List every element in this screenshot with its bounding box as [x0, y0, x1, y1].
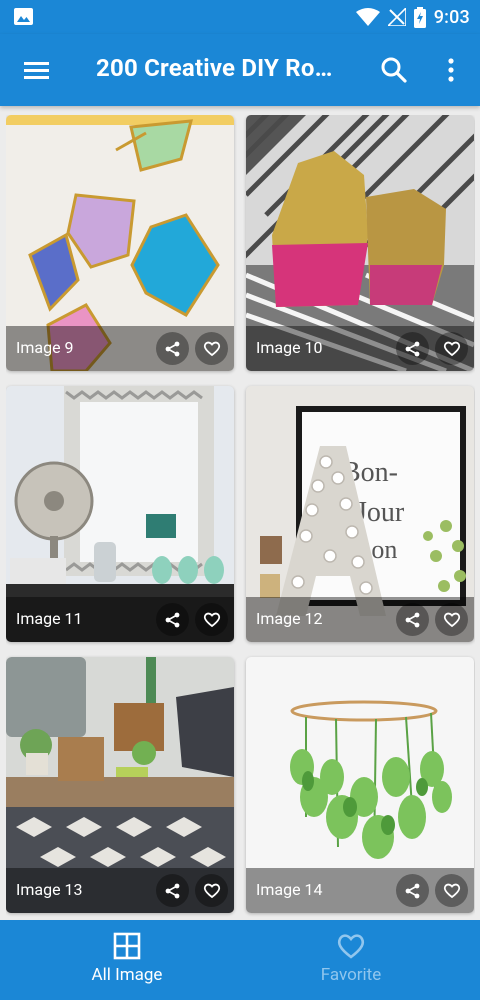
card-overlay: Image 11: [6, 597, 234, 642]
card-overlay: Image 9: [6, 326, 234, 371]
page-title: 200 Creative DIY Ro…: [96, 54, 333, 82]
image-label: Image 12: [256, 609, 323, 628]
more-vert-icon[interactable]: [437, 54, 465, 86]
image-label: Image 14: [256, 880, 323, 899]
image-card-13[interactable]: Image 13: [6, 657, 234, 913]
nav-favorite[interactable]: Favorite: [231, 920, 471, 1000]
share-icon: [165, 612, 179, 627]
heart-outline-icon: [203, 341, 220, 357]
share-icon: [405, 612, 419, 627]
card-overlay: Image 13: [6, 868, 234, 913]
nav-favorite-label: Favorite: [320, 965, 382, 985]
card-overlay: Image 12: [246, 597, 474, 642]
share-button[interactable]: [156, 603, 189, 636]
app-bar: 200 Creative DIY Ro…: [0, 34, 480, 106]
heart-outline-icon: [337, 934, 365, 959]
image-notification-icon: [14, 8, 33, 25]
card-overlay: Image 14: [246, 868, 474, 913]
battery-charging-icon: [413, 6, 426, 28]
grid-icon: [113, 932, 141, 960]
heart-outline-icon: [443, 612, 460, 628]
favorite-button[interactable]: [195, 874, 228, 907]
image-label: Image 11: [16, 609, 83, 628]
favorite-button[interactable]: [195, 332, 228, 365]
nav-all-image-label: All Image: [91, 965, 163, 985]
image-label: Image 9: [16, 338, 74, 357]
heart-outline-icon: [443, 341, 460, 357]
image-grid: Image 9 Image 10 Image 11 Bon- Jour Bon …: [6, 115, 475, 920]
share-button[interactable]: [156, 332, 189, 365]
share-icon: [405, 883, 419, 898]
bottom-navigation: All Image Favorite: [0, 920, 480, 1000]
favorite-button[interactable]: [435, 603, 468, 636]
share-button[interactable]: [396, 603, 429, 636]
card-overlay: Image 10: [246, 326, 474, 371]
share-icon: [165, 883, 179, 898]
share-icon: [405, 341, 419, 356]
image-card-12[interactable]: Bon- Jour Bon Image 12: [246, 386, 474, 642]
share-icon: [165, 341, 179, 356]
image-card-10[interactable]: Image 10: [246, 115, 474, 371]
image-label: Image 10: [256, 338, 323, 357]
image-card-9[interactable]: Image 9: [6, 115, 234, 371]
heart-outline-icon: [443, 883, 460, 899]
share-button[interactable]: [396, 332, 429, 365]
heart-outline-icon: [203, 612, 220, 628]
no-signal-icon: [387, 8, 406, 26]
favorite-button[interactable]: [435, 874, 468, 907]
wifi-icon: [355, 8, 380, 26]
share-button[interactable]: [396, 874, 429, 907]
status-bar: 9:03: [0, 0, 480, 34]
favorite-button[interactable]: [435, 332, 468, 365]
status-time: 9:03: [433, 6, 470, 28]
favorite-button[interactable]: [195, 603, 228, 636]
image-card-11[interactable]: Image 11: [6, 386, 234, 642]
image-card-14[interactable]: Image 14: [246, 657, 474, 913]
share-button[interactable]: [156, 874, 189, 907]
heart-outline-icon: [203, 883, 220, 899]
nav-all-image[interactable]: All Image: [7, 920, 247, 1000]
menu-icon[interactable]: [18, 55, 56, 85]
image-label: Image 13: [16, 880, 83, 899]
search-icon[interactable]: [378, 54, 410, 86]
